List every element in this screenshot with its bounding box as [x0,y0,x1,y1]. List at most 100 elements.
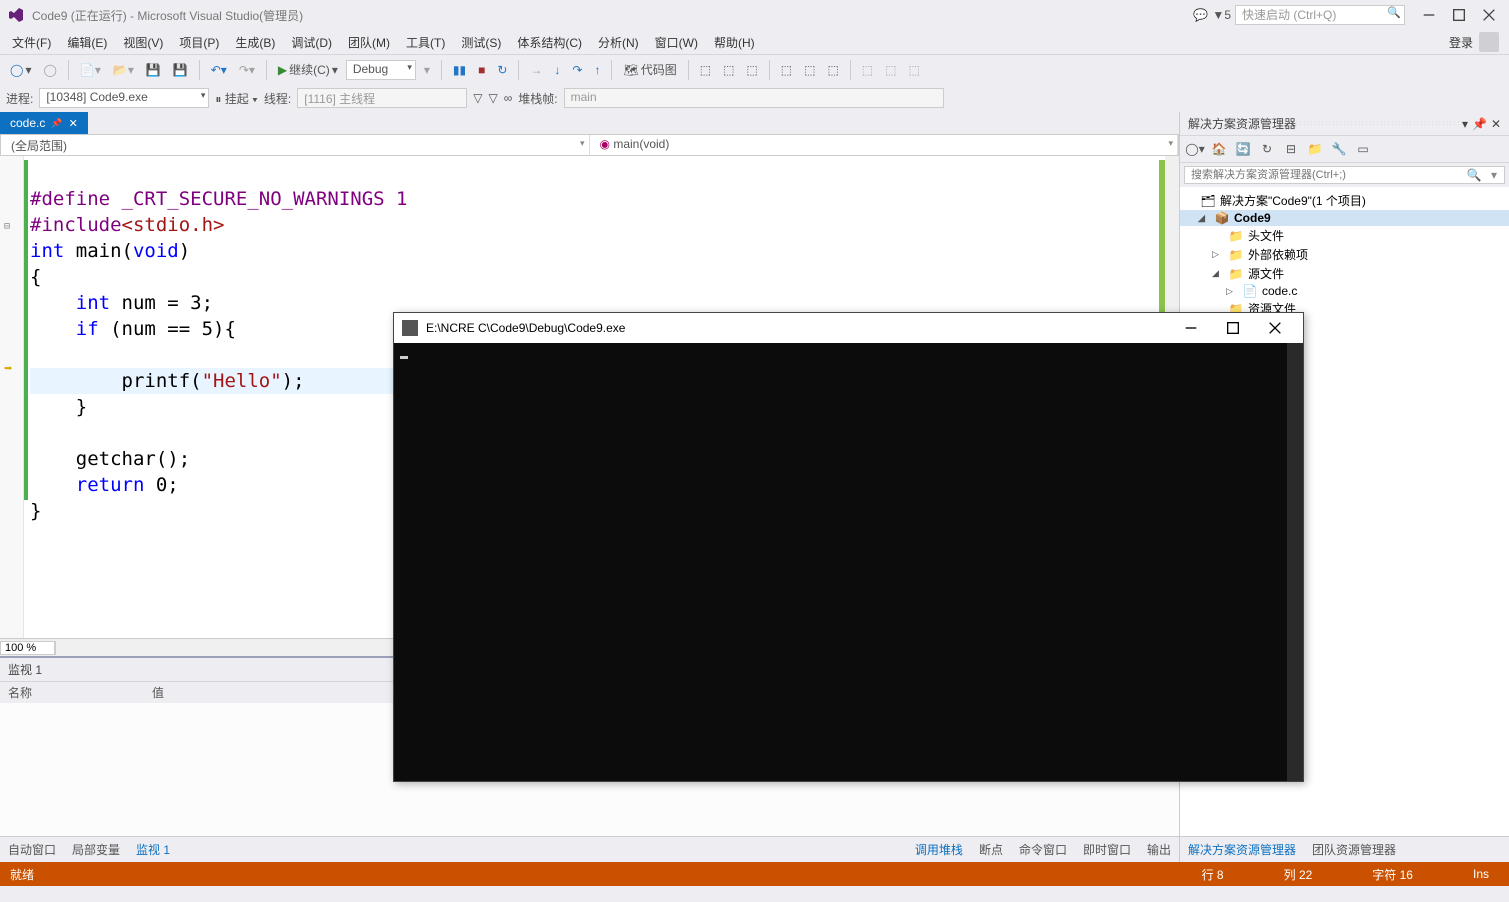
step-into-button[interactable]: ↓ [550,61,564,79]
console-output[interactable] [394,343,1303,781]
platform-dropdown[interactable]: ▾ [420,61,434,79]
member-dropdown[interactable]: ◉ main(void) [590,135,1179,155]
notifications-flag[interactable]: ▼5 [1212,8,1231,22]
tab-solution-explorer[interactable]: 解决方案资源管理器 [1180,839,1304,860]
tab-locals[interactable]: 局部变量 [64,839,128,860]
login-link[interactable]: 登录 [1449,34,1473,51]
se-refresh-icon[interactable]: ↻ [1256,139,1278,159]
tb-icon-8[interactable]: ⬚ [881,61,900,79]
panel-dropdown-icon[interactable]: ▾ [1462,117,1468,131]
step-over-button[interactable]: ↷ [568,61,586,79]
console-window[interactable]: E:\NCRE C\Code9\Debug\Code9.exe [393,312,1304,782]
menu-test[interactable]: 测试(S) [453,32,509,53]
save-button[interactable]: 💾 [142,61,165,79]
tab-callstack[interactable]: 调用堆栈 [907,839,971,860]
tb-icon-6[interactable]: ⬚ [823,61,842,79]
process-dropdown[interactable]: [10348] Code9.exe [39,88,209,108]
open-button[interactable]: 📂▾ [109,61,138,79]
console-minimize-button[interactable] [1171,316,1211,340]
panel-pin-icon[interactable]: 📌 [1472,117,1487,131]
menu-help[interactable]: 帮助(H) [706,32,763,53]
se-showall-icon[interactable]: 📁 [1304,139,1326,159]
pin-icon[interactable]: 📌 [51,118,62,129]
close-tab-icon[interactable]: ✕ [69,117,78,130]
menu-window[interactable]: 窗口(W) [647,32,706,53]
undo-button[interactable]: ↶▾ [207,61,231,79]
thread-nav-1[interactable]: ▽ [473,91,482,105]
thread-nav-3[interactable]: ∞ [504,91,513,105]
code-map-button[interactable]: 🗺 代码图 [619,59,680,80]
scope-dropdown[interactable]: (全局范围) [1,135,590,155]
vs-logo-icon [8,7,24,23]
tab-breakpoints[interactable]: 断点 [971,839,1011,860]
save-all-button[interactable]: 💾 [169,61,192,79]
search-icon[interactable]: 🔍 [1464,167,1484,183]
watch-col-name[interactable]: 名称 [8,684,32,701]
tab-command[interactable]: 命令窗口 [1011,839,1075,860]
show-next-button[interactable]: → [526,61,546,79]
tree-code-c[interactable]: ▷📄code.c [1180,283,1509,299]
se-home-icon[interactable]: 🏠 [1208,139,1230,159]
menu-file[interactable]: 文件(F) [4,32,59,53]
tb-icon-3[interactable]: ⬚ [742,61,761,79]
zoom-dropdown[interactable]: 100 % [0,641,55,655]
console-close-button[interactable] [1255,316,1295,340]
config-dropdown[interactable]: Debug [346,60,416,80]
tab-code-c[interactable]: code.c 📌 ✕ [0,112,88,134]
pause-button[interactable]: ▮▮ [449,61,470,79]
menu-team[interactable]: 团队(M) [340,32,398,53]
menu-build[interactable]: 生成(B) [227,32,283,53]
new-project-button[interactable]: 📄▾ [76,61,105,79]
step-out-button[interactable]: ↑ [590,61,604,79]
tb-icon-1[interactable]: ⬚ [696,61,715,79]
tab-autos[interactable]: 自动窗口 [0,839,64,860]
se-sync-icon[interactable]: 🔄 [1232,139,1254,159]
fold-icon[interactable]: ⊟ [4,214,10,240]
nav-back-button[interactable]: ◯▾ [6,61,35,79]
maximize-button[interactable] [1447,5,1471,25]
se-properties-icon[interactable]: 🔧 [1328,139,1350,159]
menu-view[interactable]: 视图(V) [115,32,171,53]
tb-icon-5[interactable]: ⬚ [800,61,819,79]
tab-team-explorer[interactable]: 团队资源管理器 [1304,839,1404,860]
tree-headers[interactable]: 📁头文件 [1180,226,1509,245]
thread-dropdown[interactable]: [1116] 主线程 [297,88,467,108]
tb-icon-9[interactable]: ⬚ [904,61,923,79]
menu-edit[interactable]: 编辑(E) [59,32,115,53]
solution-search-input[interactable] [1185,167,1464,183]
console-scrollbar[interactable] [1287,343,1303,781]
stop-button[interactable]: ■ [474,61,489,79]
console-maximize-button[interactable] [1213,316,1253,340]
close-button[interactable] [1477,5,1501,25]
menu-analyze[interactable]: 分析(N) [590,32,647,53]
search-dropdown-icon[interactable]: ▾ [1484,167,1504,183]
se-back-icon[interactable]: ◯▾ [1184,139,1206,159]
tree-project[interactable]: ◢📦Code9 [1180,210,1509,226]
menu-tools[interactable]: 工具(T) [398,32,453,53]
panel-close-icon[interactable]: ✕ [1491,117,1501,131]
suspend-button[interactable]: ⏸ 挂起 ▾ [215,90,258,107]
tab-immediate[interactable]: 即时窗口 [1075,839,1139,860]
tb-icon-2[interactable]: ⬚ [719,61,738,79]
tree-solution-root[interactable]: 🗂解决方案"Code9"(1 个项目) [1180,191,1509,210]
user-avatar-icon[interactable] [1479,32,1499,52]
tb-icon-7[interactable]: ⬚ [858,61,877,79]
continue-button[interactable]: ▶ 继续(C) ▾ [274,59,342,80]
menu-architecture[interactable]: 体系结构(C) [509,32,590,53]
feedback-icon[interactable]: 💬 [1192,7,1208,23]
tb-icon-4[interactable]: ⬚ [777,61,796,79]
tab-watch1[interactable]: 监视 1 [128,839,178,860]
menu-project[interactable]: 项目(P) [171,32,227,53]
thread-nav-2[interactable]: ▽ [488,91,497,105]
se-collapse-icon[interactable]: ⊟ [1280,139,1302,159]
se-preview-icon[interactable]: ▭ [1352,139,1374,159]
watch-col-value[interactable]: 值 [152,684,164,701]
menu-debug[interactable]: 调试(D) [283,32,340,53]
tree-external[interactable]: ▷📁外部依赖项 [1180,245,1509,264]
tab-output[interactable]: 输出 [1139,839,1179,860]
stack-dropdown[interactable]: main [564,88,944,108]
tree-sources[interactable]: ◢📁源文件 [1180,264,1509,283]
restart-button[interactable]: ↻ [493,61,511,79]
quick-launch-input[interactable]: 快速启动 (Ctrl+Q) [1235,5,1405,25]
minimize-button[interactable] [1417,5,1441,25]
